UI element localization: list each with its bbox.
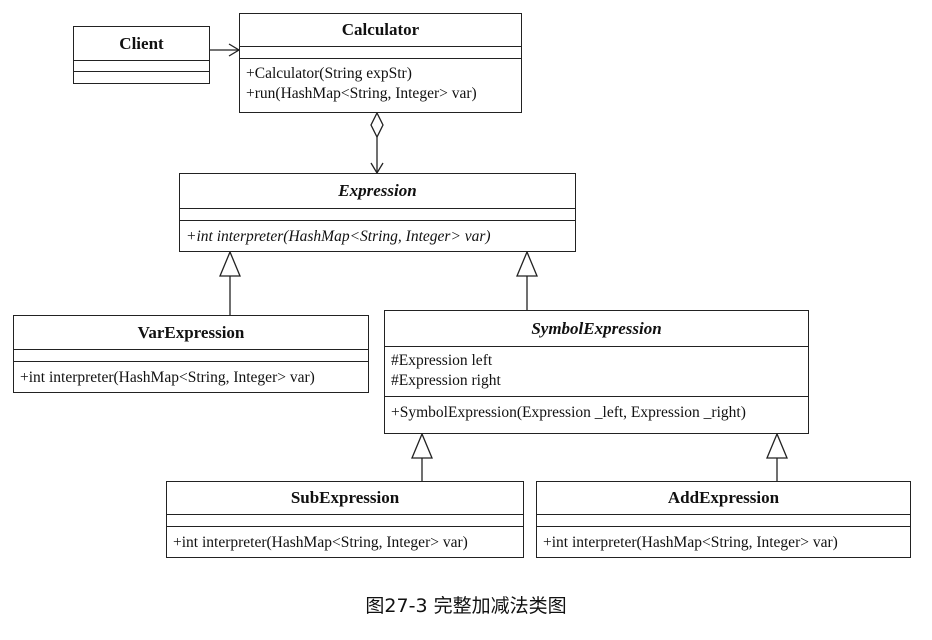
operations-section: +SymbolExpression(Expression _left, Expr… (385, 397, 808, 423)
operations-section: +int interpreter(HashMap<String, Integer… (167, 527, 523, 553)
class-subexpression: SubExpression +int interpreter(HashMap<S… (166, 481, 524, 558)
operation: +Calculator(String expStr) (246, 65, 412, 82)
operation: +SymbolExpression(Expression _left, Expr… (391, 404, 746, 421)
class-name: Client (74, 27, 209, 61)
operation: +run(HashMap<String, Integer> var) (246, 85, 477, 102)
operation: +int interpreter(HashMap<String, Integer… (20, 369, 315, 386)
attributes-section (180, 209, 575, 221)
operations-section: +int interpreter(HashMap<String, Integer… (537, 527, 910, 553)
subexpression-generalization (411, 432, 433, 481)
client-calculator-association (210, 43, 241, 57)
class-name: SubExpression (167, 482, 523, 515)
attributes-section: #Expression left #Expression right (385, 347, 808, 397)
class-symbolexpression: SymbolExpression #Expression left #Expre… (384, 310, 809, 434)
operation: +int interpreter(HashMap<String, Integer… (173, 534, 468, 551)
attributes-section (14, 350, 368, 362)
class-name: SymbolExpression (385, 311, 808, 347)
varexpression-generalization (219, 250, 241, 315)
operations-section: +Calculator(String expStr) +run(HashMap<… (240, 59, 521, 104)
figure-caption: 图27-3 完整加减法类图 (365, 595, 567, 617)
attributes-section (537, 515, 910, 527)
class-varexpression: VarExpression +int interpreter(HashMap<S… (13, 315, 369, 393)
attributes-section (167, 515, 523, 527)
class-name: Expression (180, 174, 575, 209)
attributes-section (74, 61, 209, 72)
operations-section: +int interpreter(HashMap<String, Integer… (180, 221, 575, 247)
class-addexpression: AddExpression +int interpreter(HashMap<S… (536, 481, 911, 558)
operations-section: +int interpreter(HashMap<String, Integer… (14, 362, 368, 388)
class-name: Calculator (240, 14, 521, 47)
symbolexpression-generalization (516, 250, 538, 310)
attributes-section (240, 47, 521, 59)
operations-section (74, 72, 209, 83)
addexpression-generalization (766, 432, 788, 481)
class-name: VarExpression (14, 316, 368, 350)
attribute: #Expression left (391, 352, 493, 369)
operation: +int interpreter(HashMap<String, Integer… (543, 534, 838, 551)
calculator-expression-aggregation (370, 111, 384, 175)
attribute: #Expression right (391, 372, 501, 389)
class-calculator: Calculator +Calculator(String expStr) +r… (239, 13, 522, 113)
class-expression: Expression +int interpreter(HashMap<Stri… (179, 173, 576, 252)
class-client: Client (73, 26, 210, 84)
class-name: AddExpression (537, 482, 910, 515)
operation: +int interpreter(HashMap<String, Integer… (186, 228, 491, 245)
